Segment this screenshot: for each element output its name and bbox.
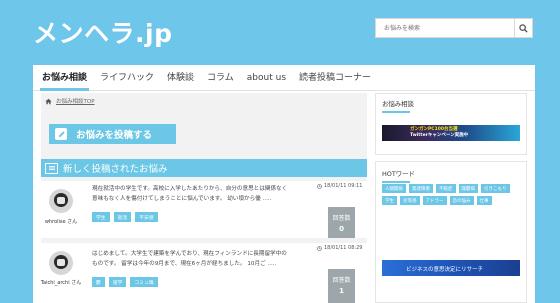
campaign-banner[interactable]: ガンガンPC100台当選 Twitterキャンペーン実施中: [382, 125, 520, 141]
post-card[interactable]: whrolise さん 現在就活中の学生です。高校に入学したあたりから、自分の意…: [41, 181, 367, 238]
site-logo[interactable]: メンヘラ.jp: [33, 14, 172, 50]
hotword-tag[interactable]: 劣等感: [400, 196, 420, 205]
hotword-tag[interactable]: 人間関係: [382, 184, 406, 193]
nav-item-about[interactable]: about us: [247, 65, 286, 91]
section-title: 新しく投稿されたお悩み: [63, 164, 168, 175]
user-avatar: [49, 251, 73, 275]
post-date: 18/01/11 08:29: [317, 245, 367, 251]
post-date: 18/01/11 09:11: [317, 183, 367, 189]
tag[interactable]: 学生: [92, 212, 110, 222]
breadcrumb-link[interactable]: お悩み相談TOP: [56, 97, 95, 105]
clock-icon: [317, 245, 322, 251]
nav-item-column[interactable]: コラム: [207, 65, 234, 91]
sidebar: お悩み相談 ガンガンPC100台当選 Twitterキャンペーン実施中 HOTワ…: [375, 93, 535, 303]
answer-count-label: 回答数: [332, 277, 351, 284]
answer-count-value: 0: [339, 225, 344, 233]
hotword-list: 人間関係 発達障害 不眠症 躁鬱病 引きこもり 学生 劣等感 アドラー 恋の悩み…: [382, 184, 522, 205]
banner-text: ガンガンPC100台当選 Twitterキャンペーン実施中: [410, 127, 468, 139]
nav-item-consult[interactable]: お悩み相談: [39, 65, 90, 91]
search-input[interactable]: [376, 19, 514, 37]
banner-text-line2: Twitterキャンペーン実施中: [410, 133, 469, 138]
tag[interactable]: 不安感: [135, 212, 158, 222]
user-name[interactable]: whrolise さん: [39, 218, 83, 225]
pencil-icon: [55, 128, 67, 140]
main-nav: お悩み相談 ライフハック 体験談 コラム about us 読者投稿コーナー: [33, 65, 535, 91]
answer-count: 回答数 0: [328, 207, 355, 238]
post-tags: 学生 就活 不安感: [92, 212, 158, 222]
hotword-tag[interactable]: 学生: [382, 196, 397, 205]
hotword-tag[interactable]: 仕事: [476, 196, 492, 205]
user-avatar: [49, 189, 73, 213]
hotword-tag[interactable]: 躁鬱病: [458, 184, 478, 193]
hotword-tag[interactable]: 不眠症: [436, 184, 456, 193]
post-date-text: 18/01/11 09:11: [324, 183, 363, 189]
home-icon: [45, 98, 52, 104]
post-excerpt[interactable]: 現在就活中の学生です。高校に入学したあたりから、自分の意思とは関係なく意味もなく…: [92, 184, 292, 204]
answer-count: 回答数 1: [328, 269, 355, 303]
search-icon: [519, 23, 528, 33]
search-box: [375, 18, 533, 38]
section-header: 新しく投稿されたお悩み: [41, 159, 367, 177]
post-excerpt[interactable]: はじめまして。大学生で建築を学んでおり、現在フィンランドに長期留学中のものです。…: [92, 249, 292, 269]
tag[interactable]: 鬱: [92, 277, 105, 287]
tag[interactable]: 留学: [108, 277, 127, 287]
widget-title: お悩み相談: [382, 100, 414, 108]
post-worry-button[interactable]: お悩みを投稿する: [49, 124, 176, 144]
hotword-tag[interactable]: アドラー: [422, 196, 447, 205]
hotword-tag[interactable]: 発達障害: [409, 184, 433, 193]
answer-count-value: 1: [339, 287, 344, 295]
research-banner[interactable]: ビジネスの意思決定にリサーチ: [382, 260, 520, 276]
search-button[interactable]: [514, 19, 532, 37]
widget-consult: お悩み相談 ガンガンPC100台当選 Twitterキャンペーン実施中: [375, 93, 527, 155]
tag[interactable]: 就活: [113, 212, 132, 222]
post-card[interactable]: Taichi_archi さん はじめまして。大学生で建築を学んでおり、現在フィ…: [41, 243, 367, 303]
main-column: お悩み相談TOP お悩みを投稿する 新しく投稿されたお悩み whrolise さ…: [41, 93, 367, 303]
widget-hotwords: HOTワード 人間関係 発達障害 不眠症 躁鬱病 引きこもり 学生 劣等感 アド…: [375, 161, 527, 303]
widget-title-underline: [382, 181, 410, 183]
content-wrapper: お悩み相談 ライフハック 体験談 コラム about us 読者投稿コーナー お…: [33, 65, 535, 303]
hotword-tag[interactable]: 引きこもり: [481, 184, 510, 193]
hotword-tag[interactable]: 恋の悩み: [449, 196, 474, 205]
banner-text: ビジネスの意思決定にリサーチ: [406, 267, 484, 273]
answer-count-label: 回答数: [332, 215, 351, 222]
widget-title: HOTワード: [382, 170, 415, 178]
widget-title-underline: [382, 111, 410, 113]
breadcrumb: お悩み相談TOP: [45, 97, 95, 105]
post-date-text: 18/01/11 08:29: [324, 245, 363, 251]
nav-item-experience[interactable]: 体験談: [167, 65, 194, 91]
document-icon: [45, 162, 58, 174]
nav-item-reader-posts[interactable]: 読者投稿コーナー: [299, 65, 371, 91]
user-name[interactable]: Taichi_archi さん: [39, 279, 83, 286]
nav-item-lifehack[interactable]: ライフハック: [100, 65, 154, 91]
clock-icon: [317, 183, 322, 189]
post-worry-label: お悩みを投稿する: [76, 130, 153, 141]
post-tags: 鬱 留学 コミュ障: [92, 277, 158, 287]
tag[interactable]: コミュ障: [130, 277, 158, 287]
